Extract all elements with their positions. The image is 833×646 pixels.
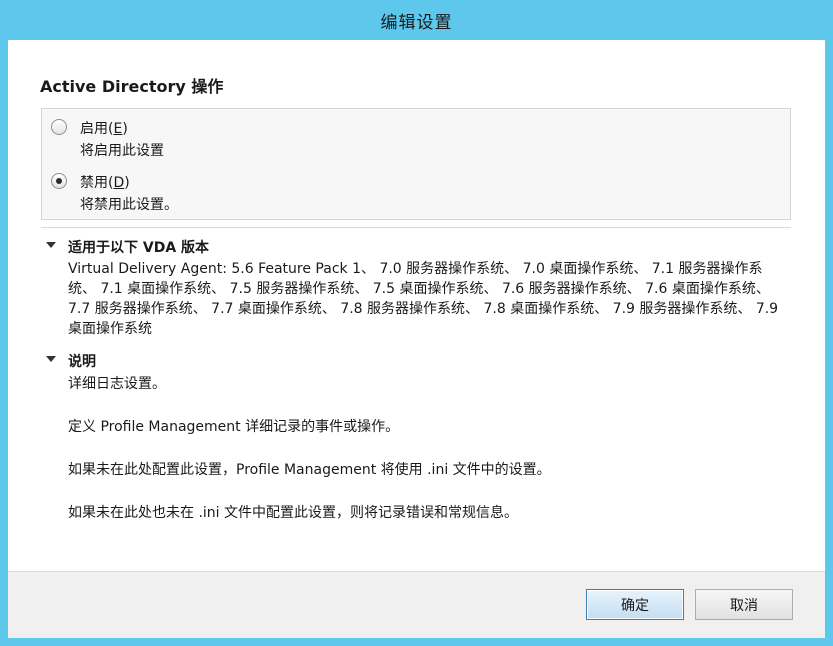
cancel-button[interactable]: 取消: [695, 589, 793, 620]
radio-selected-dot: [56, 178, 62, 184]
description-title: 说明: [68, 354, 96, 370]
vda-versions-text: Virtual Delivery Agent: 5.6 Feature Pack…: [68, 261, 779, 337]
description-line: 定义 Profile Management 详细记录的事件或操作。: [68, 419, 400, 435]
description-line: 如果未在此处也未在 .ini 文件中配置此设置，则将记录错误和常规信息。: [68, 505, 519, 521]
ok-button[interactable]: 确定: [586, 589, 684, 620]
radio-disable-label[interactable]: 禁用(D): [80, 172, 130, 192]
radio-group: 启用(E) 将启用此设置 禁用(D) 将禁用此设置。: [41, 108, 791, 220]
description-line: 详细日志设置。: [68, 376, 166, 392]
title-bar[interactable]: 编辑设置: [0, 0, 833, 40]
button-bar: 确定 取消: [8, 571, 825, 638]
radio-enable-label[interactable]: 启用(E): [80, 118, 128, 138]
description-line: 如果未在此处配置此设置，Profile Management 将使用 .ini …: [68, 462, 551, 478]
radio-enable-description: 将启用此设置: [80, 143, 164, 159]
edit-settings-dialog: 编辑设置 Active Directory 操作 启用(E) 将启用此设置 禁用…: [0, 0, 833, 646]
dialog-body: Active Directory 操作 启用(E) 将启用此设置 禁用(D) 将…: [8, 40, 825, 638]
divider: [41, 227, 791, 228]
applies-to-title: 适用于以下 VDA 版本: [68, 240, 210, 256]
radio-enable[interactable]: [51, 119, 67, 135]
accelerator-key-e: E: [113, 121, 123, 137]
radio-disable[interactable]: [51, 173, 67, 189]
radio-disable-description: 将禁用此设置。: [80, 197, 178, 213]
dialog-title: 编辑设置: [380, 12, 453, 33]
collapse-triangle-icon[interactable]: [46, 356, 56, 362]
collapse-triangle-icon[interactable]: [46, 242, 56, 248]
accelerator-key-d: D: [113, 175, 125, 191]
setting-heading: Active Directory 操作: [40, 77, 224, 96]
